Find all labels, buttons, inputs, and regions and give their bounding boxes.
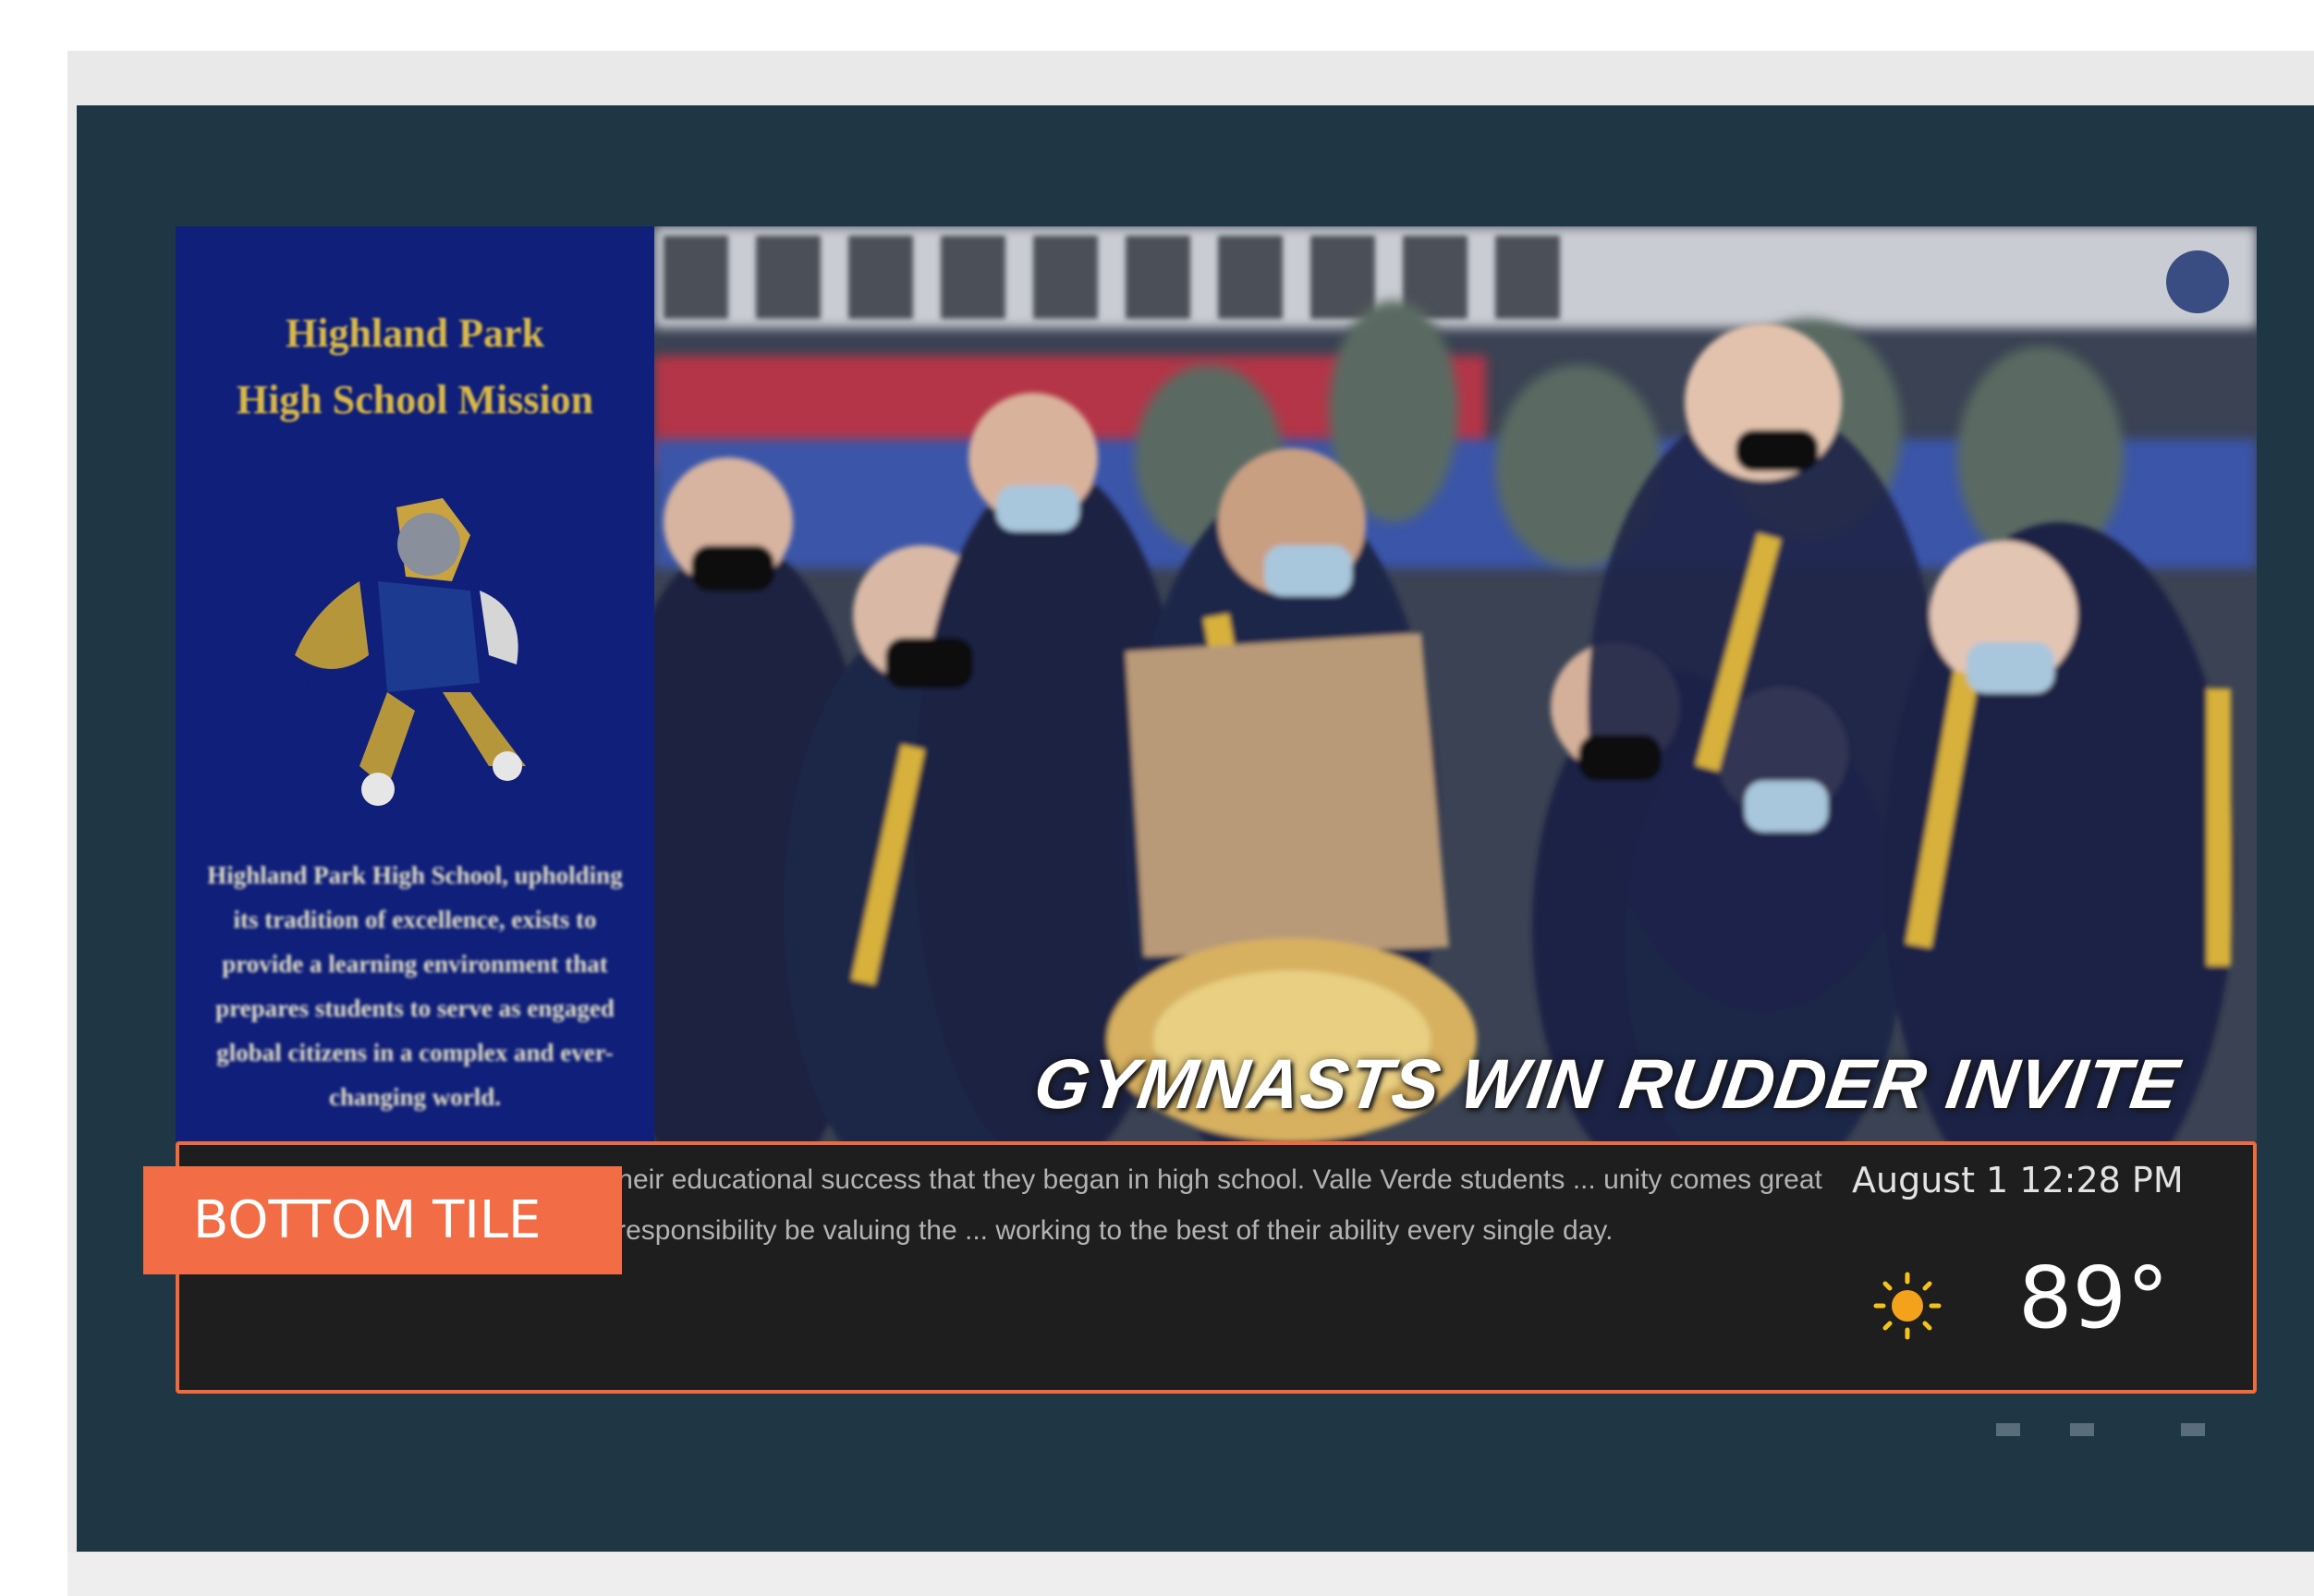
news-photo (654, 226, 2257, 1141)
mission-title-line1: Highland Park (286, 311, 544, 356)
mission-title-line2: High School Mission (236, 377, 594, 422)
mascot-logo (295, 498, 526, 806)
mission-panel: Highland Park High School Mission Highla… (176, 226, 654, 1141)
photo-headline: GYMNASTS WIN RUDDER INVITE (1029, 1045, 2185, 1124)
team-photo-image (654, 226, 2257, 1141)
mission-statement: Highland Park High School, upholding its… (207, 861, 623, 1111)
device-bottom-bezel (67, 1553, 2314, 1596)
screen-footer-icons (1996, 1423, 2205, 1436)
temperature-value: 89° (2018, 1249, 2170, 1347)
bottom-tile-label: BOTTOM TILE (143, 1166, 622, 1274)
date-time-display: August 1 12:28 PM (1852, 1160, 2184, 1200)
sun-icon (1873, 1272, 1942, 1340)
